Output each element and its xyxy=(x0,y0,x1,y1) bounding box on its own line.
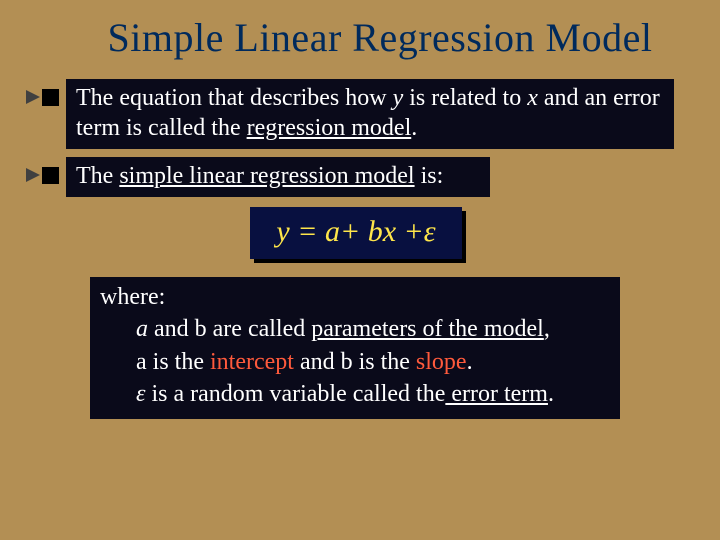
text: . xyxy=(467,349,473,375)
arrow-icon xyxy=(26,90,40,104)
bullet-item-1: The equation that describes how y is rel… xyxy=(24,79,692,149)
eq-y: y xyxy=(276,215,289,248)
text: a is the xyxy=(136,349,210,375)
eq-x: x xyxy=(383,215,396,248)
var-x: x xyxy=(527,85,538,111)
text: is: xyxy=(415,163,444,189)
slide: Simple Linear Regression Model The equat… xyxy=(0,0,720,540)
where-label: where: xyxy=(100,284,165,310)
highlight-slope: slope xyxy=(416,349,467,375)
eq-plus: + xyxy=(396,215,424,248)
text: . xyxy=(411,115,417,141)
equation-box: y = a+ bx +ε xyxy=(250,207,461,259)
eq-epsilon: ε xyxy=(424,215,436,248)
text: , xyxy=(544,316,550,342)
eq-equals: = xyxy=(290,215,325,248)
square-bullet-icon xyxy=(42,89,59,106)
bullet-list: The equation that describes how y is rel… xyxy=(0,79,720,197)
where-line-2: a is the intercept and b is the slope. xyxy=(100,346,608,378)
eq-a: a xyxy=(325,215,340,248)
text-underline: parameters of the model xyxy=(311,316,544,342)
highlight-intercept: intercept xyxy=(210,349,294,375)
arrow-icon xyxy=(26,168,40,182)
text-underline: regression model xyxy=(247,115,412,141)
bullet-text-2: The simple linear regression model is: xyxy=(66,157,490,197)
bullet-item-2: The simple linear regression model is: xyxy=(24,157,692,197)
text: and b are called xyxy=(148,316,311,342)
text: and b is the xyxy=(294,349,416,375)
text: is a random variable called the xyxy=(145,381,445,407)
slide-title: Simple Linear Regression Model xyxy=(0,0,720,79)
var-a: a xyxy=(136,316,148,342)
where-line-1: a and b are called parameters of the mod… xyxy=(100,313,608,345)
where-box: where: a and b are called parameters of … xyxy=(90,277,620,419)
var-y: y xyxy=(393,85,404,111)
text: The equation that describes how xyxy=(76,85,393,111)
text: . xyxy=(548,381,554,407)
equation-container: y = a+ bx +ε xyxy=(0,211,720,263)
square-bullet-icon xyxy=(42,167,59,184)
text-underline: error term xyxy=(445,381,548,407)
equation-shadow: y = a+ bx +ε xyxy=(254,211,465,263)
text: is related to xyxy=(403,85,527,111)
eq-plus-b: + b xyxy=(340,215,383,248)
text-underline: simple linear regression model xyxy=(119,163,414,189)
text: The xyxy=(76,163,119,189)
where-line-3: ε is a random variable called the error … xyxy=(100,378,608,410)
bullet-text-1: The equation that describes how y is rel… xyxy=(66,79,674,149)
